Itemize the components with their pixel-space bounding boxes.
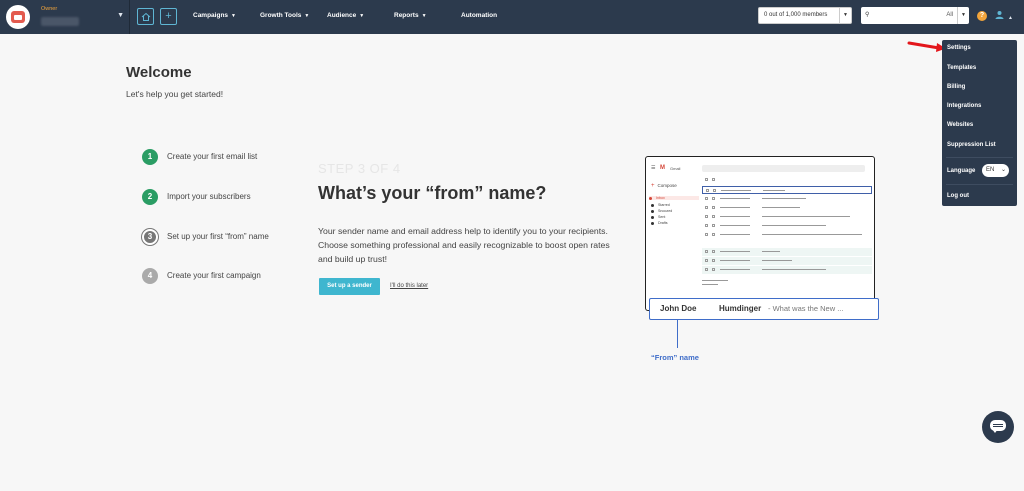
members-select[interactable]: 0 out of 1,000 members ▼ [758, 7, 852, 24]
menu-item-log-out[interactable]: Log out [947, 193, 969, 199]
app-logo-icon[interactable] [6, 5, 30, 29]
divider [946, 157, 1013, 158]
menu-item-integrations[interactable]: Integrations [947, 103, 981, 109]
gmail-compose: + Compose [651, 183, 677, 189]
gmail-folder-inbox: Inbox [649, 196, 699, 200]
chevron-down-icon: ▼ [231, 13, 236, 19]
do-later-link[interactable]: I'll do this later [390, 283, 428, 289]
placeholder-line [702, 284, 718, 285]
step-label: Import your subscribers [167, 192, 251, 201]
search-icon: ⚲ [865, 12, 870, 18]
search-input[interactable]: ⚲ All ▼ [861, 7, 969, 24]
page-subtitle: Let's help you get started! [126, 89, 224, 99]
chevron-down-icon: ▼ [359, 13, 365, 19]
gmail-app-name: Gmail [670, 166, 681, 171]
step-heading: What’s your “from” name? [318, 183, 547, 203]
step-label: Create your first email list [167, 152, 258, 161]
home-icon [141, 12, 150, 21]
add-button[interactable]: + [160, 8, 177, 25]
menu-item-suppression-list[interactable]: Suppression List [947, 142, 996, 148]
chevron-down-icon: ▼ [304, 13, 310, 19]
red-arrow-icon [907, 41, 946, 52]
placeholder-line [702, 280, 728, 281]
user-dropdown-menu: Settings Templates Billing Integrations … [942, 40, 1017, 206]
step-label: Create your first campaign [167, 271, 261, 280]
step-description: Your sender name and email address help … [318, 226, 610, 264]
step-item[interactable]: 2 Import your subscribers [142, 189, 302, 205]
divider [129, 0, 130, 34]
nav-campaigns[interactable]: Campaigns ▼ [193, 12, 236, 19]
account-role: Owner [41, 6, 58, 12]
nav-reports[interactable]: Reports ▼ [394, 12, 427, 19]
list-item [702, 231, 872, 239]
plus-icon: + [651, 183, 655, 189]
chevron-down-icon[interactable]: ▼ [957, 7, 969, 24]
gmail-logo-icon: M [660, 165, 665, 171]
email-preview: - What was the New ... [768, 304, 844, 313]
gmail-folder: Drafts [651, 221, 668, 225]
menu-item-templates[interactable]: Templates [947, 65, 976, 71]
step-label: Set up your first “from” name [167, 232, 269, 241]
list-item [702, 176, 872, 184]
gmail-folder: Starred [651, 203, 670, 207]
step-item[interactable]: 3 Set up your first “from” name [142, 229, 302, 245]
home-button[interactable] [137, 8, 154, 25]
nav-growth-tools[interactable]: Growth Tools ▼ [260, 12, 309, 19]
from-name-caption: “From” name [651, 353, 699, 362]
chevron-down-icon: ▼ [839, 8, 851, 23]
gmail-folder: Sent [651, 215, 665, 219]
nav-audience[interactable]: Audience ▼ [327, 12, 364, 19]
step-number-badge: 4 [142, 268, 158, 284]
gmail-folder: Snoozed [651, 209, 672, 213]
plus-icon: + [165, 10, 172, 22]
step-item[interactable]: 1 Create your first email list [142, 149, 302, 165]
search-scope[interactable]: All [946, 7, 953, 24]
user-menu-button[interactable]: ▲ [995, 10, 1013, 21]
gmail-search-bar [702, 165, 865, 172]
list-item [702, 248, 872, 256]
from-name: John Doe [660, 304, 697, 313]
chevron-down-icon: ▼ [117, 12, 124, 19]
chevron-down-icon: ▼ [421, 13, 427, 19]
step-number-badge: 2 [142, 189, 158, 205]
nav-automation[interactable]: Automation [461, 12, 497, 19]
user-icon [995, 11, 1004, 19]
top-navigation-bar: Owner ▼ + Campaigns ▼ Growth Tools ▼ Audie… [0, 0, 1024, 34]
page-title: Welcome [126, 64, 192, 81]
chevron-down-icon: ⌄ [1000, 167, 1006, 173]
language-label: Language [947, 168, 976, 174]
menu-item-settings[interactable]: Settings [947, 45, 971, 51]
account-name-redacted [41, 17, 79, 26]
account-switcher[interactable]: Owner ▼ [38, 4, 124, 30]
hamburger-icon: ☰ [651, 165, 656, 171]
callout-line [677, 320, 678, 348]
from-name-preview: John Doe Humdinger - What was the New ..… [649, 298, 879, 320]
list-item [702, 257, 872, 265]
chevron-up-icon: ▲ [1008, 15, 1013, 21]
chat-button[interactable] [982, 411, 1014, 443]
menu-item-websites[interactable]: Websites [947, 122, 973, 128]
list-item [702, 204, 872, 212]
list-item [702, 195, 872, 203]
divider [946, 184, 1013, 185]
menu-item-billing[interactable]: Billing [947, 84, 965, 90]
help-icon[interactable]: ? [977, 11, 987, 21]
language-select[interactable]: EN ⌄ [982, 164, 1009, 177]
step-number-badge: 3 [142, 229, 158, 245]
step-number-badge: 1 [142, 149, 158, 165]
list-item [702, 186, 872, 194]
step-item[interactable]: 4 Create your first campaign [142, 268, 302, 284]
email-subject: Humdinger [719, 304, 762, 313]
list-item [702, 222, 872, 230]
list-item [702, 213, 872, 221]
list-item [702, 266, 872, 274]
step-counter: STEP 3 OF 4 [318, 161, 401, 176]
set-up-sender-button[interactable]: Set up a sender [319, 278, 380, 295]
inbox-illustration: ☰ M Gmail + Compose Inbox Starred Snoozed… [645, 156, 875, 311]
